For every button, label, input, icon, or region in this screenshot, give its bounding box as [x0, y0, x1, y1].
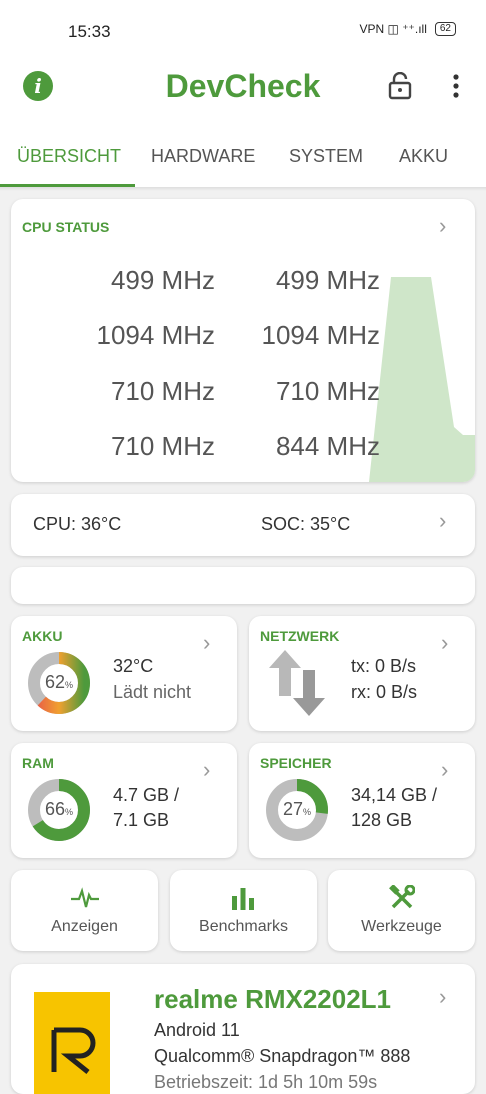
lock-icon[interactable] — [388, 72, 412, 100]
network-rx: rx: 0 B/s — [351, 682, 418, 702]
tools-label: Werkzeuge — [361, 918, 442, 935]
empty-card — [11, 567, 475, 604]
soc-temp: SOC: 35°C — [261, 514, 351, 534]
network-title: NETZWERK — [260, 628, 340, 644]
chevron-right-icon: › — [441, 630, 449, 655]
battery-state: Lädt nicht — [113, 682, 192, 702]
chevron-right-icon: › — [439, 508, 447, 533]
status-bar: 15:33 VPN ◫ ⁺⁺.ıll 62 — [0, 0, 486, 60]
tab-hardware[interactable]: HARDWARE — [151, 146, 255, 167]
tab-uebersicht[interactable]: ÜBERSICHT — [17, 146, 121, 167]
realme-logo — [34, 992, 110, 1094]
storage-percent: 27% — [282, 799, 312, 819]
android-version: Android 11 — [154, 1020, 240, 1040]
cpu-freq-core-5: 710 MHz — [275, 376, 380, 406]
device-name: realme RMX2202L1 — [154, 984, 392, 1014]
status-icons: VPN ◫ ⁺⁺.ıll 62 — [360, 22, 456, 36]
storage-title: SPEICHER — [260, 755, 332, 771]
chevron-right-icon: › — [203, 757, 211, 782]
chevron-right-icon: › — [441, 757, 449, 782]
cpu-freq-core-2: 1094 MHz — [96, 320, 216, 350]
pulse-icon — [71, 887, 99, 908]
tools-button[interactable]: Werkzeuge — [328, 870, 475, 951]
bar-chart-icon — [232, 888, 254, 910]
cpu-freq-core-1: 499 MHz — [275, 265, 380, 295]
battery-icon: 62 — [434, 22, 456, 36]
cpu-freq-core-4: 710 MHz — [110, 376, 215, 406]
storage-card[interactable]: SPEICHER › 27% 34,14 GB / 128 GB — [249, 743, 475, 858]
chevron-right-icon: › — [439, 213, 447, 238]
tab-akku[interactable]: AKKU — [399, 146, 448, 167]
cpu-status-title: CPU STATUS — [22, 219, 110, 235]
battery-percent: 62% — [44, 672, 74, 692]
app-title: DevCheck — [165, 68, 321, 104]
battery-temp: 32°C — [113, 656, 154, 676]
ram-used: 4.7 GB / — [113, 785, 180, 805]
show-button[interactable]: Anzeigen — [11, 870, 158, 951]
tab-bar: ÜBERSICHT HARDWARE SYSTEM AKKU — [0, 136, 486, 188]
network-card[interactable]: NETZWERK › tx: 0 B/s rx: 0 B/s — [249, 616, 475, 731]
ram-total: 7.1 GB — [113, 810, 170, 830]
uptime: Betriebszeit: 1d 5h 10m 59s — [154, 1072, 378, 1092]
battery-title: AKKU — [22, 628, 63, 644]
cpu-status-card[interactable]: CPU STATUS › 499 MHz 499 MHz 1094 MHz 10… — [11, 199, 475, 482]
ram-title: RAM — [22, 755, 54, 771]
ram-card[interactable]: RAM › 66% 4.7 GB / 7.1 GB — [11, 743, 237, 858]
benchmarks-label: Benchmarks — [199, 918, 288, 935]
storage-total: 128 GB — [351, 810, 413, 830]
cpu-freq-core-3: 1094 MHz — [261, 320, 381, 350]
cpu-temp: CPU: 36°C — [33, 514, 122, 534]
battery-card[interactable]: AKKU › 62% 32°C Lädt nicht — [11, 616, 237, 731]
show-label: Anzeigen — [51, 918, 118, 935]
soc-name: Qualcomm® Snapdragon™ 888 — [154, 1046, 411, 1066]
chevron-right-icon: › — [203, 630, 211, 655]
benchmarks-button[interactable]: Benchmarks — [170, 870, 317, 951]
storage-used: 34,14 GB / — [351, 785, 438, 805]
more-options-icon[interactable] — [452, 74, 460, 98]
temperature-card[interactable]: CPU: 36°C SOC: 35°C › — [11, 494, 475, 556]
chevron-right-icon: › — [439, 984, 447, 1009]
network-tx: tx: 0 B/s — [351, 656, 417, 676]
cpu-freq-core-0: 499 MHz — [110, 265, 215, 295]
tab-system[interactable]: SYSTEM — [289, 146, 363, 167]
signal-icons: VPN ◫ ⁺⁺.ıll — [359, 22, 427, 36]
cpu-freq-core-7: 844 MHz — [275, 431, 380, 461]
status-time: 15:33 — [68, 22, 111, 41]
network-transfer-icon — [269, 650, 325, 716]
cpu-freq-core-6: 710 MHz — [110, 431, 215, 461]
tools-icon — [389, 885, 415, 909]
ram-percent: 66% — [44, 799, 74, 819]
